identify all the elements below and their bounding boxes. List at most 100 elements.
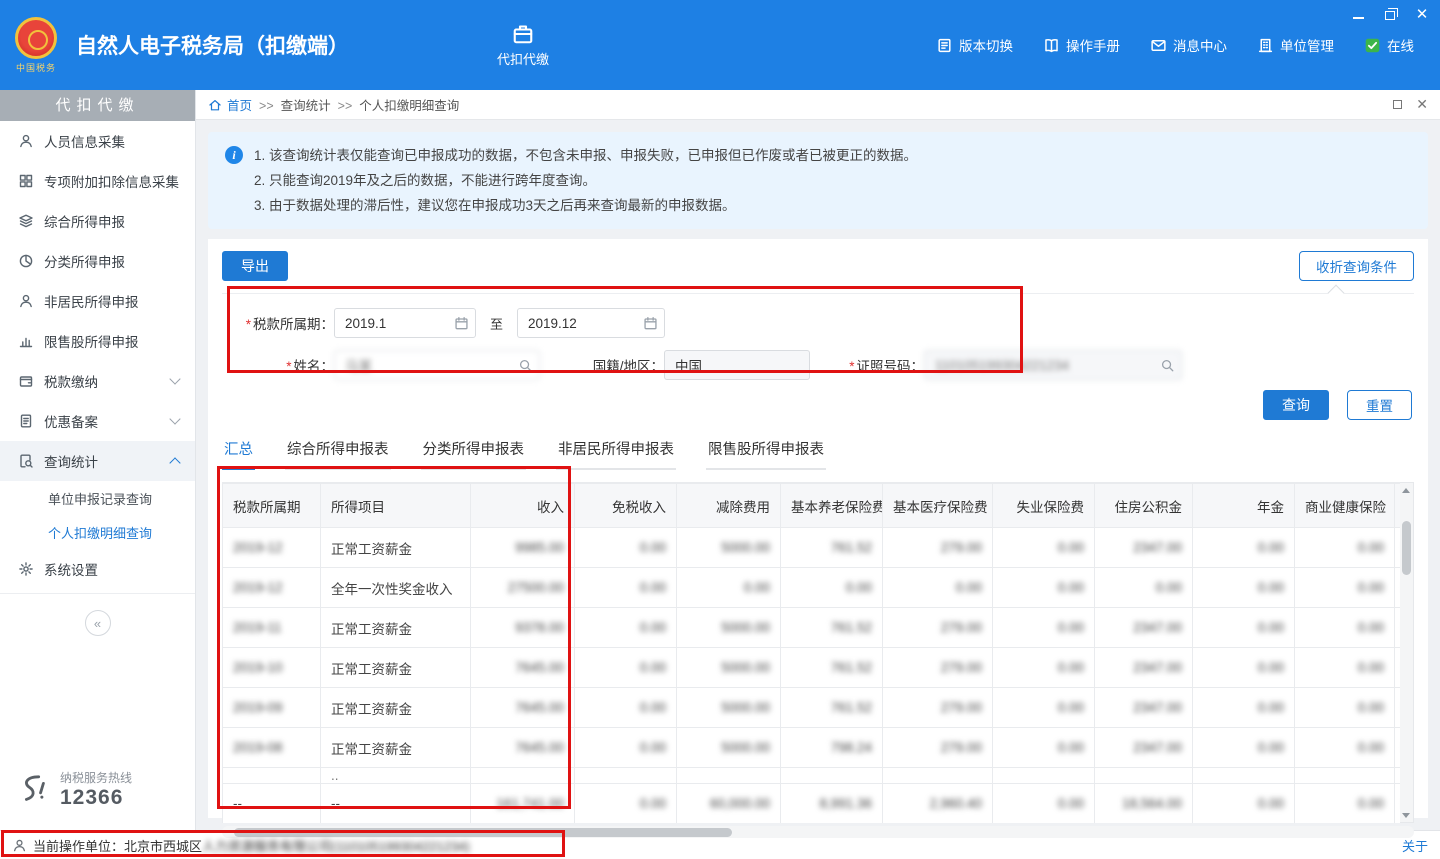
about-link[interactable]: 关于 [1402, 836, 1428, 855]
name-input[interactable] [334, 350, 540, 380]
sidebar-item-query-statistics[interactable]: 查询统计 [0, 441, 195, 481]
notice-line: 1. 该查询统计表仅能查询已申报成功的数据，不包含未申报、申报失败，已申报但已作… [254, 143, 1410, 168]
table-cell: 2019-12 [223, 568, 321, 608]
close-icon[interactable]: ✕ [1414, 8, 1430, 22]
table-cell: 161,741.00 [471, 784, 575, 824]
collapse-query-button[interactable]: 收折查询条件 [1299, 251, 1414, 281]
tax-emblem-icon [15, 17, 57, 59]
nationality-input[interactable] [664, 350, 810, 380]
search-icon[interactable] [1160, 358, 1175, 373]
sidebar-item-restricted-shares-income[interactable]: 限售股所得申报 [0, 321, 195, 361]
sidebar-item-classified-income[interactable]: 分类所得申报 [0, 241, 195, 281]
sidebar-item-label: 查询统计 [44, 451, 161, 471]
current-unit-prefix: 北京市西城区 [124, 836, 202, 855]
query-button[interactable]: 查询 [1263, 390, 1329, 420]
sidebar-subitem-unit-report-record-query[interactable]: 单位申报记录查询 [0, 481, 195, 515]
table-row[interactable]: 2019-12全年一次性奖金收入27500.000.000.000.000.00… [223, 568, 1401, 608]
unit-management-label: 单位管理 [1280, 35, 1334, 55]
sidebar: 代扣代缴 人员信息采集专项附加扣除信息采集综合所得申报分类所得申报非居民所得申报… [0, 90, 196, 830]
sidebar-collapse-button[interactable]: « [85, 610, 111, 636]
sidebar-item-preferential-filing[interactable]: 优惠备案 [0, 401, 195, 441]
tab-withholding[interactable]: 代扣代缴 [497, 22, 549, 68]
version-switch-menu-item[interactable]: 版本切换 [936, 35, 1013, 55]
sidebar-item-person-info-collect[interactable]: 人员信息采集 [0, 121, 195, 161]
logo-text: 中国税务 [16, 61, 56, 74]
table-cell: 2347.00 [1095, 648, 1193, 688]
sidebar-item-system-settings[interactable]: 系统设置 [0, 549, 195, 589]
hotline-number: 12366 [60, 786, 132, 810]
scroll-down-icon[interactable] [1400, 809, 1412, 821]
main-area: 首页 >>查询统计>>个人扣缴明细查询 ✕ i 1. 该查询统计表仅能查询已申报… [196, 90, 1440, 830]
hotline-label: 纳税服务热线 [60, 769, 132, 786]
total-row[interactable]: ----161,741.000.0060,000.008,991.362,960… [223, 784, 1401, 824]
window-controls: ✕ [1350, 6, 1430, 22]
sidebar-subitem-personal-withholding-detail-query[interactable]: 个人扣缴明细查询 [0, 515, 195, 549]
calendar-icon[interactable] [643, 316, 658, 331]
unit-management-menu-item[interactable]: 单位管理 [1257, 35, 1334, 55]
vertical-scroll-thumb[interactable] [1402, 521, 1411, 575]
current-unit-label: 当前操作单位： [33, 836, 124, 855]
calendar-icon[interactable] [454, 316, 469, 331]
table-cell: 2347.00 [1095, 608, 1193, 648]
chart-icon [18, 333, 34, 349]
tab-summary[interactable]: 汇总 [222, 436, 255, 470]
tab-comprehensive-income-report[interactable]: 综合所得申报表 [285, 436, 391, 470]
message-icon [1150, 37, 1167, 54]
tab-classified-income-report[interactable]: 分类所得申报表 [421, 436, 527, 470]
id-number-input[interactable] [924, 350, 1182, 380]
panel-maximize-icon[interactable] [1393, 100, 1402, 109]
vertical-scrollbar[interactable] [1400, 482, 1414, 823]
table-cell [1095, 768, 1193, 784]
reset-button[interactable]: 重置 [1347, 390, 1412, 420]
table-cell: 761.52 [781, 688, 883, 728]
column-header: 商业健康保险 [1295, 484, 1395, 528]
operation-manual-menu-item[interactable]: 操作手册 [1043, 35, 1120, 55]
breadcrumb-separator: >> [259, 99, 274, 113]
message-center-menu-item[interactable]: 消息中心 [1150, 35, 1227, 55]
table-row[interactable]: 2019-11正常工资薪金9378.000.005000.00761.52279… [223, 608, 1401, 648]
table-cell: 0.00 [575, 528, 677, 568]
panel-close-icon[interactable]: ✕ [1416, 96, 1428, 113]
id-number-label: *证照号码： [828, 355, 924, 375]
table-row[interactable]: 2019-12正常工资薪金9985.000.005000.00761.52279… [223, 528, 1401, 568]
table-row[interactable]: 2019-08正常工资薪金7645.000.005000.00798.24279… [223, 728, 1401, 768]
tab-nonresident-income-report[interactable]: 非居民所得申报表 [556, 436, 676, 470]
sidebar-item-label: 专项附加扣除信息采集 [44, 171, 183, 191]
period-to-label: 至 [490, 314, 503, 333]
table-cell: 0.00 [1295, 528, 1395, 568]
sidebar-item-nonresident-income[interactable]: 非居民所得申报 [0, 281, 195, 321]
table-row[interactable]: 2019-09正常工资薪金7645.000.005000.00761.52279… [223, 688, 1401, 728]
table-cell: 0.00 [1295, 568, 1395, 608]
doc-icon [18, 413, 34, 429]
breadcrumb-home[interactable]: 首页 [208, 95, 252, 114]
column-header: 减除费用 [677, 484, 781, 528]
sidebar-subitem-label: 单位申报记录查询 [48, 489, 152, 508]
table-cell: 60,000.00 [677, 784, 781, 824]
sidebar-item-comprehensive-income[interactable]: 综合所得申报 [0, 201, 195, 241]
export-button[interactable]: 导出 [222, 251, 288, 281]
table-cell: 7645.00 [471, 728, 575, 768]
breadcrumb: 首页 >>查询统计>>个人扣缴明细查询 ✕ [196, 90, 1440, 120]
sidebar-item-special-deduction-collect[interactable]: 专项附加扣除信息采集 [0, 161, 195, 201]
table-cell: 0.00 [677, 568, 781, 608]
minimize-icon[interactable] [1350, 7, 1366, 21]
search-icon[interactable] [518, 358, 533, 373]
column-header: 收入 [471, 484, 575, 528]
column-header: 失业保险费 [993, 484, 1095, 528]
result-tabs: 汇总综合所得申报表分类所得申报表非居民所得申报表限售股所得申报表 [222, 436, 1414, 470]
table-zone: 税款所属期所得项目收入免税收入减除费用基本养老保险费基本医疗保险费失业保险费住房… [222, 482, 1414, 823]
table-cell: 2,960.40 [883, 784, 993, 824]
notice-line: 2. 只能查询2019年及之后的数据，不能进行跨年度查询。 [254, 168, 1410, 193]
online-status-menu-item[interactable]: 在线 [1364, 35, 1414, 55]
restore-icon[interactable] [1382, 7, 1398, 21]
sidebar-header: 代扣代缴 [0, 90, 195, 121]
table-row[interactable]: 2019-10正常工资薪金7645.000.005000.00761.52279… [223, 648, 1401, 688]
sidebar-item-tax-payment[interactable]: 税款缴纳 [0, 361, 195, 401]
table-cell: 5000.00 [677, 608, 781, 648]
table-cell: 18,564.00 [1095, 784, 1193, 824]
hotline-block: 纳税服务热线 12366 [0, 755, 195, 830]
scroll-up-icon[interactable] [1400, 484, 1412, 496]
table-cell: 0.00 [1193, 728, 1295, 768]
tab-restricted-shares-report[interactable]: 限售股所得申报表 [706, 436, 826, 470]
pie-icon [18, 253, 34, 269]
